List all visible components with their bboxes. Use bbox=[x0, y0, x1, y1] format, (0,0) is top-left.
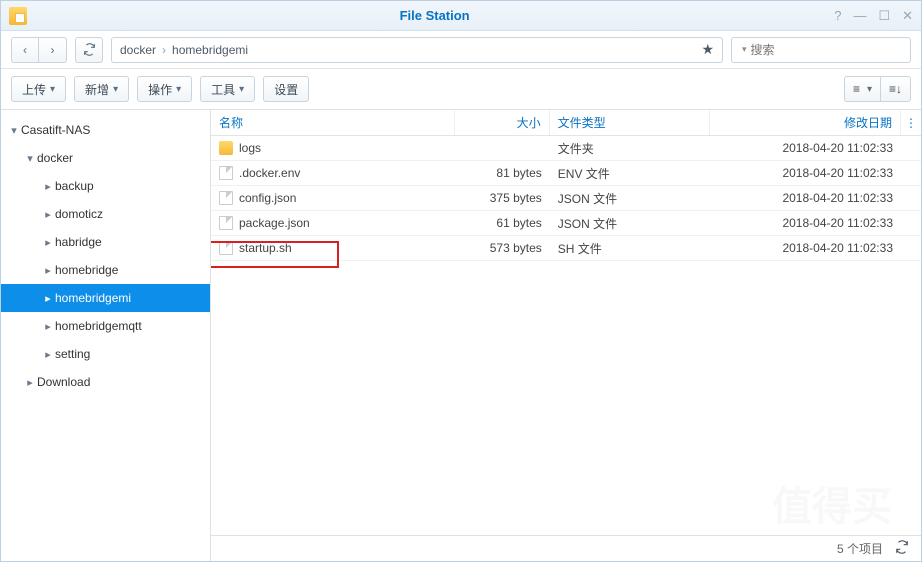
create-button[interactable]: 新增▾ bbox=[74, 76, 129, 102]
breadcrumb-seg-1[interactable]: docker bbox=[120, 43, 156, 57]
file-name: logs bbox=[239, 141, 261, 155]
breadcrumb-seg-2[interactable]: homebridgemi bbox=[172, 43, 248, 57]
tree-docker[interactable]: ▾docker bbox=[1, 144, 210, 172]
file-type: 文件夹 bbox=[550, 140, 710, 157]
file-type: SH 文件 bbox=[550, 240, 710, 257]
file-name: .docker.env bbox=[239, 166, 300, 180]
forward-button[interactable]: › bbox=[39, 37, 67, 63]
file-name: config.json bbox=[239, 191, 296, 205]
tree-download[interactable]: ▸Download bbox=[1, 368, 210, 396]
folder-icon bbox=[219, 141, 233, 155]
settings-button[interactable]: 设置 bbox=[263, 76, 309, 102]
table-row[interactable]: config.json 375 bytesJSON 文件2018-04-20 11… bbox=[211, 186, 921, 211]
folder-tree: ▾Casatift-NAS ▾docker ▸backup ▸domoticz … bbox=[1, 110, 211, 561]
list-header: 名称 大小 文件类型 修改日期 ⋮ bbox=[211, 110, 921, 136]
tree-habridge[interactable]: ▸habridge bbox=[1, 228, 210, 256]
file-name: package.json bbox=[239, 216, 310, 230]
upload-button[interactable]: 上传▾ bbox=[11, 76, 66, 102]
statusbar: 5 个项目 bbox=[211, 535, 921, 561]
table-row[interactable]: .docker.env 81 bytesENV 文件2018-04-20 11:0… bbox=[211, 161, 921, 186]
file-date: 2018-04-20 11:02:33 bbox=[710, 166, 901, 180]
action-toolbar: 上传▾ 新增▾ 操作▾ 工具▾ 设置 ≡▾ ≡↓ bbox=[1, 69, 921, 109]
titlebar: File Station ? — ☐ ✕ bbox=[1, 1, 921, 31]
file-station-window: File Station ? — ☐ ✕ ‹ › docker › homebr… bbox=[0, 0, 922, 562]
breadcrumb-sep: › bbox=[162, 43, 166, 57]
file-type: JSON 文件 bbox=[550, 190, 710, 207]
favorite-icon[interactable]: ★ bbox=[701, 41, 714, 58]
file-icon bbox=[219, 166, 233, 180]
action-button[interactable]: 操作▾ bbox=[137, 76, 192, 102]
status-refresh-button[interactable] bbox=[895, 540, 909, 557]
tree-setting[interactable]: ▸setting bbox=[1, 340, 210, 368]
app-icon bbox=[9, 7, 27, 25]
tree-homebridge[interactable]: ▸homebridge bbox=[1, 256, 210, 284]
file-list: 名称 大小 文件类型 修改日期 ⋮ logs文件夹2018-04-20 11:0… bbox=[211, 110, 921, 561]
item-count: 5 个项目 bbox=[837, 540, 883, 557]
file-type: JSON 文件 bbox=[550, 215, 710, 232]
table-row[interactable]: logs 文件夹2018-04-20 11:02:33 bbox=[211, 136, 921, 161]
col-name[interactable]: 名称 bbox=[211, 110, 455, 135]
back-button[interactable]: ‹ bbox=[11, 37, 39, 63]
tree-homebridgemqtt[interactable]: ▸homebridgemqtt bbox=[1, 312, 210, 340]
col-size[interactable]: 大小 bbox=[455, 110, 550, 135]
file-date: 2018-04-20 11:02:33 bbox=[710, 141, 901, 155]
file-icon bbox=[219, 216, 233, 230]
file-date: 2018-04-20 11:02:33 bbox=[710, 191, 901, 205]
refresh-button[interactable] bbox=[75, 37, 103, 63]
search-input[interactable] bbox=[751, 43, 906, 57]
file-type: ENV 文件 bbox=[550, 165, 710, 182]
tree-root[interactable]: ▾Casatift-NAS bbox=[1, 116, 210, 144]
tool-button[interactable]: 工具▾ bbox=[200, 76, 255, 102]
tree-domoticz[interactable]: ▸domoticz bbox=[1, 200, 210, 228]
file-size: 81 bytes bbox=[455, 166, 550, 180]
file-size: 375 bytes bbox=[455, 191, 550, 205]
file-name: startup.sh bbox=[239, 241, 292, 255]
table-row[interactable]: startup.sh 573 bytesSH 文件2018-04-20 11:02… bbox=[211, 236, 921, 261]
tree-backup[interactable]: ▸backup bbox=[1, 172, 210, 200]
sort-button[interactable]: ≡↓ bbox=[881, 76, 911, 102]
file-size: 573 bytes bbox=[455, 241, 550, 255]
help-button[interactable]: ? bbox=[834, 8, 841, 24]
search-caret: ▾ bbox=[742, 44, 747, 55]
col-options[interactable]: ⋮ bbox=[901, 110, 921, 135]
refresh-icon bbox=[83, 43, 96, 56]
window-title: File Station bbox=[35, 8, 834, 23]
search-box[interactable]: ▾ bbox=[731, 37, 911, 63]
file-date: 2018-04-20 11:02:33 bbox=[710, 216, 901, 230]
col-date[interactable]: 修改日期 bbox=[710, 110, 901, 135]
nav-toolbar: ‹ › docker › homebridgemi ★ ▾ bbox=[1, 31, 921, 69]
refresh-icon bbox=[895, 540, 909, 554]
table-row[interactable]: package.json 61 bytesJSON 文件2018-04-20 11… bbox=[211, 211, 921, 236]
file-size: 61 bytes bbox=[455, 216, 550, 230]
view-list-button[interactable]: ≡▾ bbox=[844, 76, 881, 102]
breadcrumb[interactable]: docker › homebridgemi ★ bbox=[111, 37, 723, 63]
file-icon bbox=[219, 191, 233, 205]
col-type[interactable]: 文件类型 bbox=[550, 110, 710, 135]
close-button[interactable]: ✕ bbox=[902, 8, 913, 24]
minimize-button[interactable]: — bbox=[853, 8, 866, 24]
file-icon bbox=[219, 241, 233, 255]
file-date: 2018-04-20 11:02:33 bbox=[710, 241, 901, 255]
maximize-button[interactable]: ☐ bbox=[878, 8, 890, 24]
tree-homebridgemi[interactable]: ▸homebridgemi bbox=[1, 284, 210, 312]
